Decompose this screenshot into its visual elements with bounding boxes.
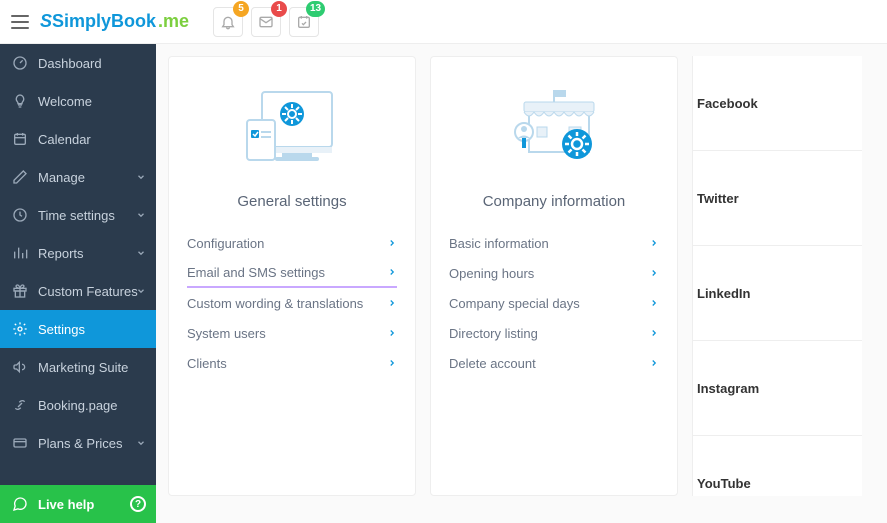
chevron-right-icon bbox=[387, 298, 397, 308]
social-panel: FacebookTwitterLinkedInInstagramYouTube bbox=[692, 56, 862, 496]
tasks-button[interactable]: 13 bbox=[289, 7, 319, 37]
link-label: Email and SMS settings bbox=[187, 265, 325, 280]
sidebar-item-label: Manage bbox=[38, 170, 85, 185]
calendar-icon bbox=[12, 131, 28, 147]
chevron-down-icon bbox=[136, 248, 146, 258]
chevron-right-icon bbox=[387, 328, 397, 338]
general-settings-illustration bbox=[169, 77, 415, 177]
sidebar-item-label: Calendar bbox=[38, 132, 91, 147]
bulb-icon bbox=[12, 93, 28, 109]
social-instagram[interactable]: Instagram bbox=[693, 341, 862, 436]
hamburger-menu[interactable] bbox=[8, 10, 32, 34]
general-link-system-users[interactable]: System users bbox=[187, 318, 397, 348]
chevron-down-icon bbox=[136, 286, 146, 296]
gear-icon bbox=[12, 321, 28, 337]
chevron-right-icon bbox=[387, 267, 397, 277]
chevron-right-icon bbox=[387, 358, 397, 368]
general-settings-title: General settings bbox=[169, 193, 415, 210]
chevron-right-icon bbox=[387, 238, 397, 248]
sidebar-item-calendar[interactable]: Calendar bbox=[0, 120, 156, 158]
card-icon bbox=[12, 435, 28, 451]
messages-button[interactable]: 1 bbox=[251, 7, 281, 37]
company-info-card: Company information Basic information Ope… bbox=[430, 56, 678, 496]
chevron-right-icon bbox=[649, 328, 659, 338]
link-label: Basic information bbox=[449, 236, 549, 251]
sidebar-item-settings[interactable]: Settings bbox=[0, 310, 156, 348]
sidebar-item-label: Plans & Prices bbox=[38, 436, 123, 451]
sidebar-item-welcome[interactable]: Welcome bbox=[0, 82, 156, 120]
megaphone-icon bbox=[12, 359, 28, 375]
link-label: Opening hours bbox=[449, 266, 534, 281]
link-label: System users bbox=[187, 326, 266, 341]
social-youtube[interactable]: YouTube bbox=[693, 436, 862, 523]
sidebar-item-label: Reports bbox=[38, 246, 84, 261]
sidebar-item-marketing-suite[interactable]: Marketing Suite bbox=[0, 348, 156, 386]
general-link-configuration[interactable]: Configuration bbox=[187, 228, 397, 258]
clock-icon bbox=[12, 207, 28, 223]
sidebar-item-label: Dashboard bbox=[38, 56, 102, 71]
company-link-company-special-days[interactable]: Company special days bbox=[449, 288, 659, 318]
chevron-right-icon bbox=[649, 358, 659, 368]
sidebar-item-label: Marketing Suite bbox=[38, 360, 128, 375]
messages-badge: 1 bbox=[271, 1, 287, 17]
link-icon bbox=[12, 397, 28, 413]
link-label: Directory listing bbox=[449, 326, 538, 341]
link-label: Company special days bbox=[449, 296, 580, 311]
general-link-email-and-sms-settings[interactable]: Email and SMS settings bbox=[187, 258, 397, 288]
company-link-opening-hours[interactable]: Opening hours bbox=[449, 258, 659, 288]
sidebar-item-label: Welcome bbox=[38, 94, 92, 109]
live-help-label: Live help bbox=[38, 497, 94, 512]
link-label: Configuration bbox=[187, 236, 264, 251]
pencil-icon bbox=[12, 169, 28, 185]
general-settings-card: General settings Configuration Email and … bbox=[168, 56, 416, 496]
chevron-right-icon bbox=[649, 298, 659, 308]
sidebar: Dashboard Welcome Calendar Manage Time setti… bbox=[0, 44, 156, 523]
notifications-badge: 5 bbox=[233, 1, 249, 17]
gift-icon bbox=[12, 283, 28, 299]
sidebar-item-dashboard[interactable]: Dashboard bbox=[0, 44, 156, 82]
help-icon: ? bbox=[130, 496, 146, 512]
link-label: Custom wording & translations bbox=[187, 296, 363, 311]
sidebar-item-label: Time settings bbox=[38, 208, 115, 223]
link-label: Clients bbox=[187, 356, 227, 371]
notifications-button[interactable]: 5 bbox=[213, 7, 243, 37]
sidebar-item-label: Custom Features bbox=[38, 284, 138, 299]
live-help-button[interactable]: Live help ? bbox=[0, 485, 156, 523]
chevron-down-icon bbox=[136, 438, 146, 448]
company-link-basic-information[interactable]: Basic information bbox=[449, 228, 659, 258]
social-facebook[interactable]: Facebook bbox=[693, 56, 862, 151]
general-link-custom-wording-translations[interactable]: Custom wording & translations bbox=[187, 288, 397, 318]
gauge-icon bbox=[12, 55, 28, 71]
bars-icon bbox=[12, 245, 28, 261]
chevron-down-icon bbox=[136, 210, 146, 220]
company-info-title: Company information bbox=[431, 193, 677, 210]
chevron-right-icon bbox=[649, 238, 659, 248]
sidebar-item-custom-features[interactable]: Custom Features bbox=[0, 272, 156, 310]
company-link-delete-account[interactable]: Delete account bbox=[449, 348, 659, 378]
general-link-clients[interactable]: Clients bbox=[187, 348, 397, 378]
sidebar-item-reports[interactable]: Reports bbox=[0, 234, 156, 272]
sidebar-item-label: Settings bbox=[38, 322, 85, 337]
sidebar-item-booking-page[interactable]: Booking.page bbox=[0, 386, 156, 424]
sidebar-item-plans-prices[interactable]: Plans & Prices bbox=[0, 424, 156, 462]
link-label: Delete account bbox=[449, 356, 536, 371]
chevron-right-icon bbox=[649, 268, 659, 278]
brand-logo[interactable]: SSimplyBook.me bbox=[40, 11, 189, 32]
sidebar-item-time-settings[interactable]: Time settings bbox=[0, 196, 156, 234]
sidebar-item-manage[interactable]: Manage bbox=[0, 158, 156, 196]
company-link-directory-listing[interactable]: Directory listing bbox=[449, 318, 659, 348]
chat-icon bbox=[12, 496, 28, 512]
company-info-illustration bbox=[431, 77, 677, 177]
mail-icon bbox=[258, 14, 274, 30]
chevron-down-icon bbox=[136, 172, 146, 182]
social-twitter[interactable]: Twitter bbox=[693, 151, 862, 246]
bell-icon bbox=[220, 14, 236, 30]
social-linkedin[interactable]: LinkedIn bbox=[693, 246, 862, 341]
tasks-badge: 13 bbox=[306, 1, 325, 17]
sidebar-item-label: Booking.page bbox=[38, 398, 118, 413]
